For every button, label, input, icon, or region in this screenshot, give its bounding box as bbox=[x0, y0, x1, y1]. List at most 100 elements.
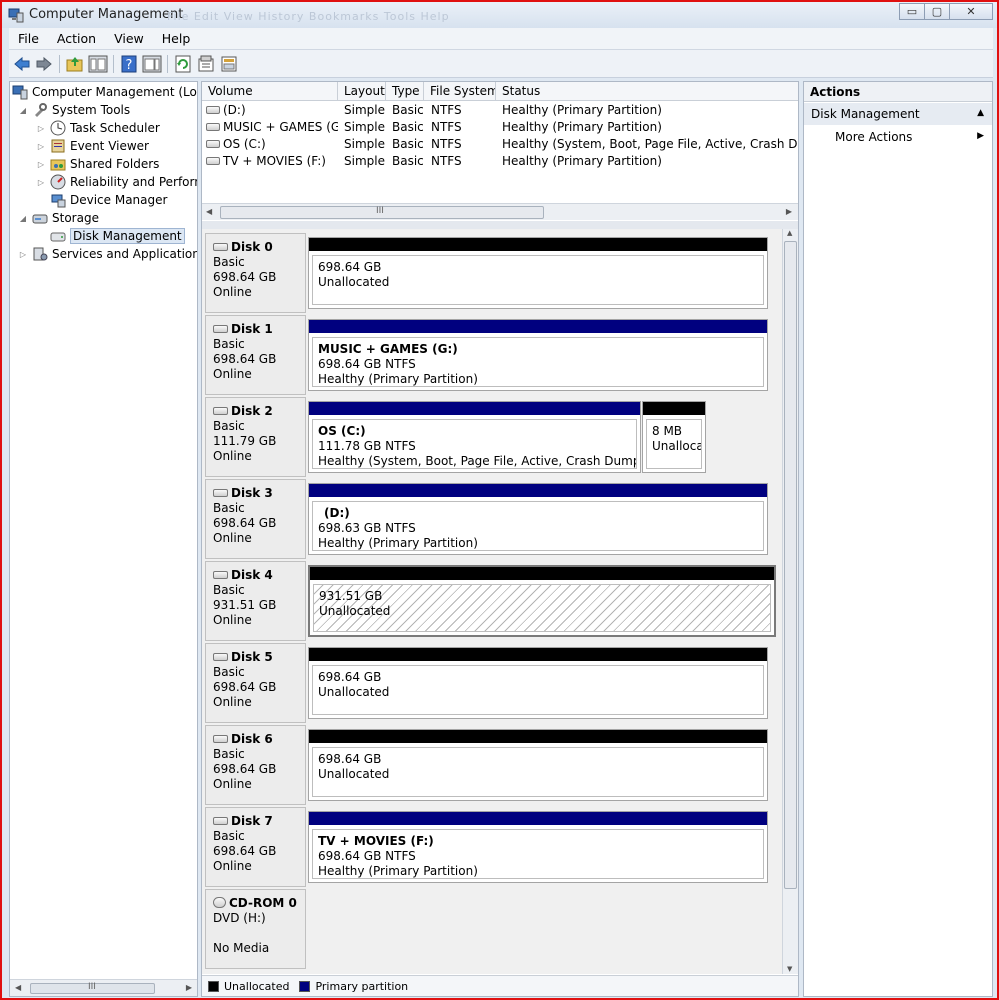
disk-label[interactable]: Disk 5 Basic 698.64 GB Online bbox=[205, 643, 306, 723]
partition-primary[interactable]: MUSIC + GAMES (G:) 698.64 GB NTFS Health… bbox=[308, 319, 768, 391]
storage-icon bbox=[32, 214, 48, 224]
drive-icon bbox=[206, 105, 220, 114]
expand-arrow-icon[interactable]: ▷ bbox=[18, 250, 28, 259]
column-header-type[interactable]: Type bbox=[386, 82, 424, 101]
collapse-arrow-icon[interactable]: ◢ bbox=[18, 106, 28, 115]
column-header-layout[interactable]: Layout bbox=[338, 82, 386, 101]
scroll-up-arrow-icon[interactable]: ▲ bbox=[787, 229, 792, 237]
close-button[interactable]: ✕ bbox=[949, 3, 993, 20]
tree-item-device-manager[interactable]: Device Manager bbox=[50, 191, 167, 209]
actions-section-disk-management[interactable]: Disk Management ▲ bbox=[804, 103, 992, 125]
disk-label[interactable]: CD-ROM 0 DVD (H:) No Media bbox=[205, 889, 306, 969]
tree-item-storage[interactable]: ◢ Storage bbox=[18, 209, 99, 227]
disk-label[interactable]: Disk 6 Basic 698.64 GB Online bbox=[205, 725, 306, 805]
title-bar[interactable]: Computer Management File Edit View Histo… bbox=[2, 2, 997, 28]
partition-unallocated[interactable]: 8 MB Unallocat bbox=[642, 401, 706, 473]
disk-icon bbox=[213, 816, 228, 825]
export-icon[interactable] bbox=[219, 54, 239, 74]
menu-view[interactable]: View bbox=[105, 28, 153, 49]
tree-item-services-applications[interactable]: ▷ Services and Applications bbox=[18, 245, 197, 263]
disk-row: Disk 3 Basic 698.64 GB Online (D:) 698.6… bbox=[205, 479, 779, 559]
properties-icon[interactable] bbox=[196, 54, 216, 74]
volume-row[interactable]: MUSIC + GAMES (G:) Simple Basic NTFS Hea… bbox=[202, 119, 798, 136]
tree-item-reliability-performance[interactable]: ▷ Reliability and Performa bbox=[36, 173, 197, 191]
menu-file[interactable]: File bbox=[9, 28, 48, 49]
disk-management-pane: Volume Layout Type File System Status (D… bbox=[201, 81, 799, 997]
legend-label-unallocated: Unallocated bbox=[224, 979, 290, 993]
scroll-right-arrow-icon[interactable]: ▶ bbox=[186, 983, 192, 992]
disk-label[interactable]: Disk 0 Basic 698.64 GB Online bbox=[205, 233, 306, 313]
scroll-right-arrow-icon[interactable]: ▶ bbox=[786, 207, 792, 216]
tree-item-system-tools[interactable]: ◢ System Tools bbox=[18, 101, 130, 119]
scroll-thumb[interactable]: III bbox=[220, 206, 544, 219]
tree-horizontal-scrollbar[interactable]: ◀ III ▶ bbox=[10, 979, 197, 996]
svg-text:?: ? bbox=[126, 58, 133, 73]
actions-pane: Actions Disk Management ▲ More Actions ▶ bbox=[803, 81, 993, 997]
help-icon[interactable]: ? bbox=[119, 54, 139, 74]
refresh-icon[interactable] bbox=[173, 54, 193, 74]
tree-root-computer-management[interactable]: Computer Management (Local bbox=[12, 83, 197, 101]
expand-arrow-icon[interactable]: ▷ bbox=[36, 142, 46, 151]
scroll-thumb[interactable] bbox=[784, 241, 797, 889]
more-actions[interactable]: More Actions ▶ bbox=[804, 125, 992, 147]
expand-arrow-icon[interactable]: ▷ bbox=[36, 178, 46, 187]
tree-item-event-viewer[interactable]: ▷ Event Viewer bbox=[36, 137, 149, 155]
pane-splitter[interactable] bbox=[202, 221, 798, 229]
scroll-down-arrow-icon[interactable]: ▼ bbox=[787, 965, 792, 973]
scroll-left-arrow-icon[interactable]: ◀ bbox=[206, 207, 212, 216]
maximize-button[interactable]: ▢ bbox=[924, 3, 950, 20]
tree-item-shared-folders[interactable]: ▷ Shared Folders bbox=[36, 155, 159, 173]
disk-label[interactable]: Disk 2 Basic 111.79 GB Online bbox=[205, 397, 306, 477]
back-arrow-icon[interactable] bbox=[12, 54, 32, 74]
partition-primary[interactable]: TV + MOVIES (F:) 698.64 GB NTFS Healthy … bbox=[308, 811, 768, 883]
column-header-volume[interactable]: Volume bbox=[202, 82, 338, 101]
graph-vertical-scrollbar[interactable]: ▲ ▼ bbox=[782, 229, 798, 974]
disk-row: Disk 0 Basic 698.64 GB Online 698.64 GB … bbox=[205, 233, 779, 313]
clock-icon bbox=[50, 120, 66, 136]
volume-row[interactable]: TV + MOVIES (F:) Simple Basic NTFS Healt… bbox=[202, 153, 798, 170]
tree-item-task-scheduler[interactable]: ▷ Task Scheduler bbox=[36, 119, 160, 137]
disk-label[interactable]: Disk 1 Basic 698.64 GB Online bbox=[205, 315, 306, 395]
disk-label[interactable]: Disk 3 Basic 698.64 GB Online bbox=[205, 479, 306, 559]
disk-row: Disk 7 Basic 698.64 GB Online TV + MOVIE… bbox=[205, 807, 779, 887]
expand-arrow-icon[interactable]: ▷ bbox=[36, 124, 46, 133]
forward-arrow-icon[interactable] bbox=[34, 54, 54, 74]
volume-row[interactable]: (D:) Simple Basic NTFS Healthy (Primary … bbox=[202, 102, 798, 119]
menu-action[interactable]: Action bbox=[48, 28, 105, 49]
disk-label[interactable]: Disk 4 Basic 931.51 GB Online bbox=[205, 561, 306, 641]
collapse-arrow-icon[interactable]: ◢ bbox=[18, 214, 28, 223]
disk-label[interactable]: Disk 7 Basic 698.64 GB Online bbox=[205, 807, 306, 887]
console-view-icon[interactable] bbox=[142, 54, 162, 74]
volume-list-horizontal-scrollbar[interactable]: ◀ III ▶ bbox=[202, 203, 798, 220]
column-header-status[interactable]: Status bbox=[496, 82, 798, 101]
submenu-arrow-icon: ▶ bbox=[977, 131, 984, 141]
column-header-file-system[interactable]: File System bbox=[424, 82, 496, 101]
toolbar-separator bbox=[59, 55, 60, 73]
scroll-thumb[interactable]: III bbox=[30, 982, 155, 994]
disk-row: Disk 1 Basic 698.64 GB Online MUSIC + GA… bbox=[205, 315, 779, 395]
up-folder-icon[interactable] bbox=[65, 54, 85, 74]
volume-row[interactable]: OS (C:) Simple Basic NTFS Healthy (Syste… bbox=[202, 136, 798, 153]
partition-unallocated[interactable]: 698.64 GB Unallocated bbox=[308, 237, 768, 309]
drive-icon bbox=[206, 139, 220, 148]
disk-icon bbox=[213, 324, 228, 333]
menu-help[interactable]: Help bbox=[153, 28, 200, 49]
cdrom-icon bbox=[213, 897, 226, 908]
window-title: Computer Management bbox=[29, 7, 184, 22]
partition-unallocated[interactable]: 698.64 GB Unallocated bbox=[308, 729, 768, 801]
legend-swatch-unallocated bbox=[208, 980, 219, 992]
minimize-button[interactable]: ▭ bbox=[899, 3, 925, 20]
device-manager-icon bbox=[51, 194, 66, 208]
volume-list-header: Volume Layout Type File System Status bbox=[202, 82, 798, 101]
disk-row: Disk 4 Basic 931.51 GB Online 931.51 GB … bbox=[205, 561, 779, 641]
show-hide-console-tree-icon[interactable] bbox=[88, 54, 108, 74]
partition-unallocated[interactable]: 698.64 GB Unallocated bbox=[308, 647, 768, 719]
actions-title: Actions bbox=[804, 82, 992, 102]
expand-arrow-icon[interactable]: ▷ bbox=[36, 160, 46, 169]
partition-primary[interactable]: OS (C:) 111.78 GB NTFS Healthy (System, … bbox=[308, 401, 641, 473]
tree-item-disk-management[interactable]: Disk Management bbox=[50, 227, 185, 245]
partition-unallocated-selected[interactable]: 931.51 GB Unallocated bbox=[308, 565, 776, 637]
scroll-left-arrow-icon[interactable]: ◀ bbox=[15, 983, 21, 992]
partition-primary[interactable]: (D:) 698.63 GB NTFS Healthy (Primary Par… bbox=[308, 483, 768, 555]
collapse-caret-icon[interactable]: ▲ bbox=[977, 108, 984, 118]
